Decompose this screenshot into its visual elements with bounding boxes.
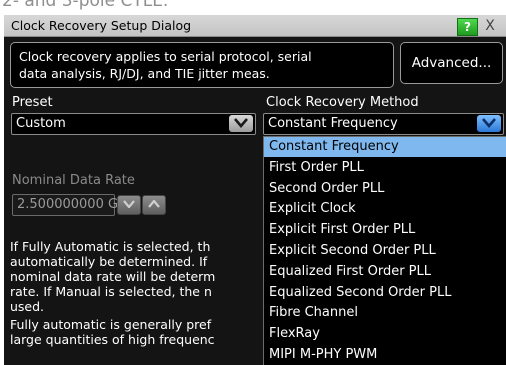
increment-button[interactable] <box>142 195 166 215</box>
chevron-down-icon[interactable] <box>477 115 501 132</box>
chevron-down-icon <box>123 200 135 208</box>
help-button[interactable]: ? <box>457 18 478 36</box>
method-select[interactable]: Constant Frequency <box>263 113 504 135</box>
help-text-line: Fully automatic is generally pref <box>10 317 212 332</box>
page-caption: 2- and 3-pole CTLE. <box>2 0 169 11</box>
nominal-rate-label: Nominal Data Rate <box>12 173 135 188</box>
info-box: Clock recovery applies to serial protoco… <box>10 42 394 88</box>
dropdown-option[interactable]: Explicit Second Order PLL <box>264 241 506 261</box>
dropdown-option[interactable]: Fibre Channel <box>264 303 506 323</box>
dropdown-option[interactable]: Equalized Second Order PLL <box>264 283 506 303</box>
dropdown-option-label: Fibre Channel <box>269 305 358 321</box>
help-text-line: rate. If Manual is selected, the n <box>10 284 212 299</box>
info-line-1: Clock recovery applies to serial protoco… <box>19 49 312 64</box>
dropdown-option[interactable]: Equalized First Order PLL <box>264 262 506 282</box>
dropdown-option-label: First Order PLL <box>269 159 364 175</box>
advanced-button[interactable]: Advanced... <box>400 42 503 84</box>
dropdown-option-label: MIPI M-PHY PWM <box>269 347 378 362</box>
dialog-titlebar[interactable]: Clock Recovery Setup Dialog ? X <box>4 15 506 37</box>
dropdown-option[interactable]: FlexRay <box>264 324 506 344</box>
help-text-line: automatically be determined. If <box>10 254 208 269</box>
dropdown-option[interactable]: MIPI M-PHY PWM <box>264 345 506 365</box>
decrement-button[interactable] <box>117 195 141 215</box>
clock-recovery-dialog: Clock Recovery Setup Dialog ? X Clock re… <box>4 15 506 365</box>
info-line-2: data analysis, RJ/DJ, and TIE jitter mea… <box>19 66 270 81</box>
dropdown-option-label: Equalized First Order PLL <box>269 263 431 279</box>
dropdown-option-label: Equalized Second Order PLL <box>269 284 452 300</box>
help-text-line: If Fully Automatic is selected, th <box>10 239 211 254</box>
dropdown-option[interactable]: Explicit First Order PLL <box>264 220 506 240</box>
chevron-down-icon[interactable] <box>229 115 253 132</box>
dropdown-option-label: Explicit Second Order PLL <box>269 243 436 258</box>
nominal-rate-input[interactable]: 2.500000000 Gb/s <box>12 194 137 216</box>
close-button[interactable]: X <box>481 18 499 34</box>
help-text-line: large quantities of high frequenc <box>10 332 215 347</box>
dialog-title: Clock Recovery Setup Dialog <box>11 18 192 33</box>
dropdown-option[interactable]: Constant Frequency <box>264 137 506 157</box>
help-icon: ? <box>464 20 471 34</box>
dropdown-option[interactable]: Explicit Clock <box>264 199 506 219</box>
dropdown-option-label: Second Order PLL <box>269 180 385 196</box>
method-label: Clock Recovery Method <box>266 95 419 110</box>
help-text-line: nominal data rate will be determ <box>10 269 216 284</box>
help-text-line: used. <box>10 299 45 314</box>
preset-select[interactable]: Custom <box>11 113 256 135</box>
preset-value: Custom <box>16 116 66 131</box>
chevron-up-icon <box>148 200 160 208</box>
dropdown-option[interactable]: Second Order PLL <box>264 179 506 199</box>
dropdown-option-label: Explicit Clock <box>269 201 356 217</box>
dropdown-option[interactable]: First Order PLL <box>264 158 506 178</box>
method-dropdown-list: Constant Frequency First Order PLL Second … <box>263 136 506 365</box>
preset-label: Preset <box>12 95 53 110</box>
dropdown-option-label: FlexRay <box>269 326 320 342</box>
dropdown-option-label: Explicit First Order PLL <box>269 222 416 238</box>
close-icon: X <box>485 18 495 34</box>
method-value: Constant Frequency <box>268 116 398 131</box>
dropdown-option-label: Constant Frequency <box>269 139 399 154</box>
